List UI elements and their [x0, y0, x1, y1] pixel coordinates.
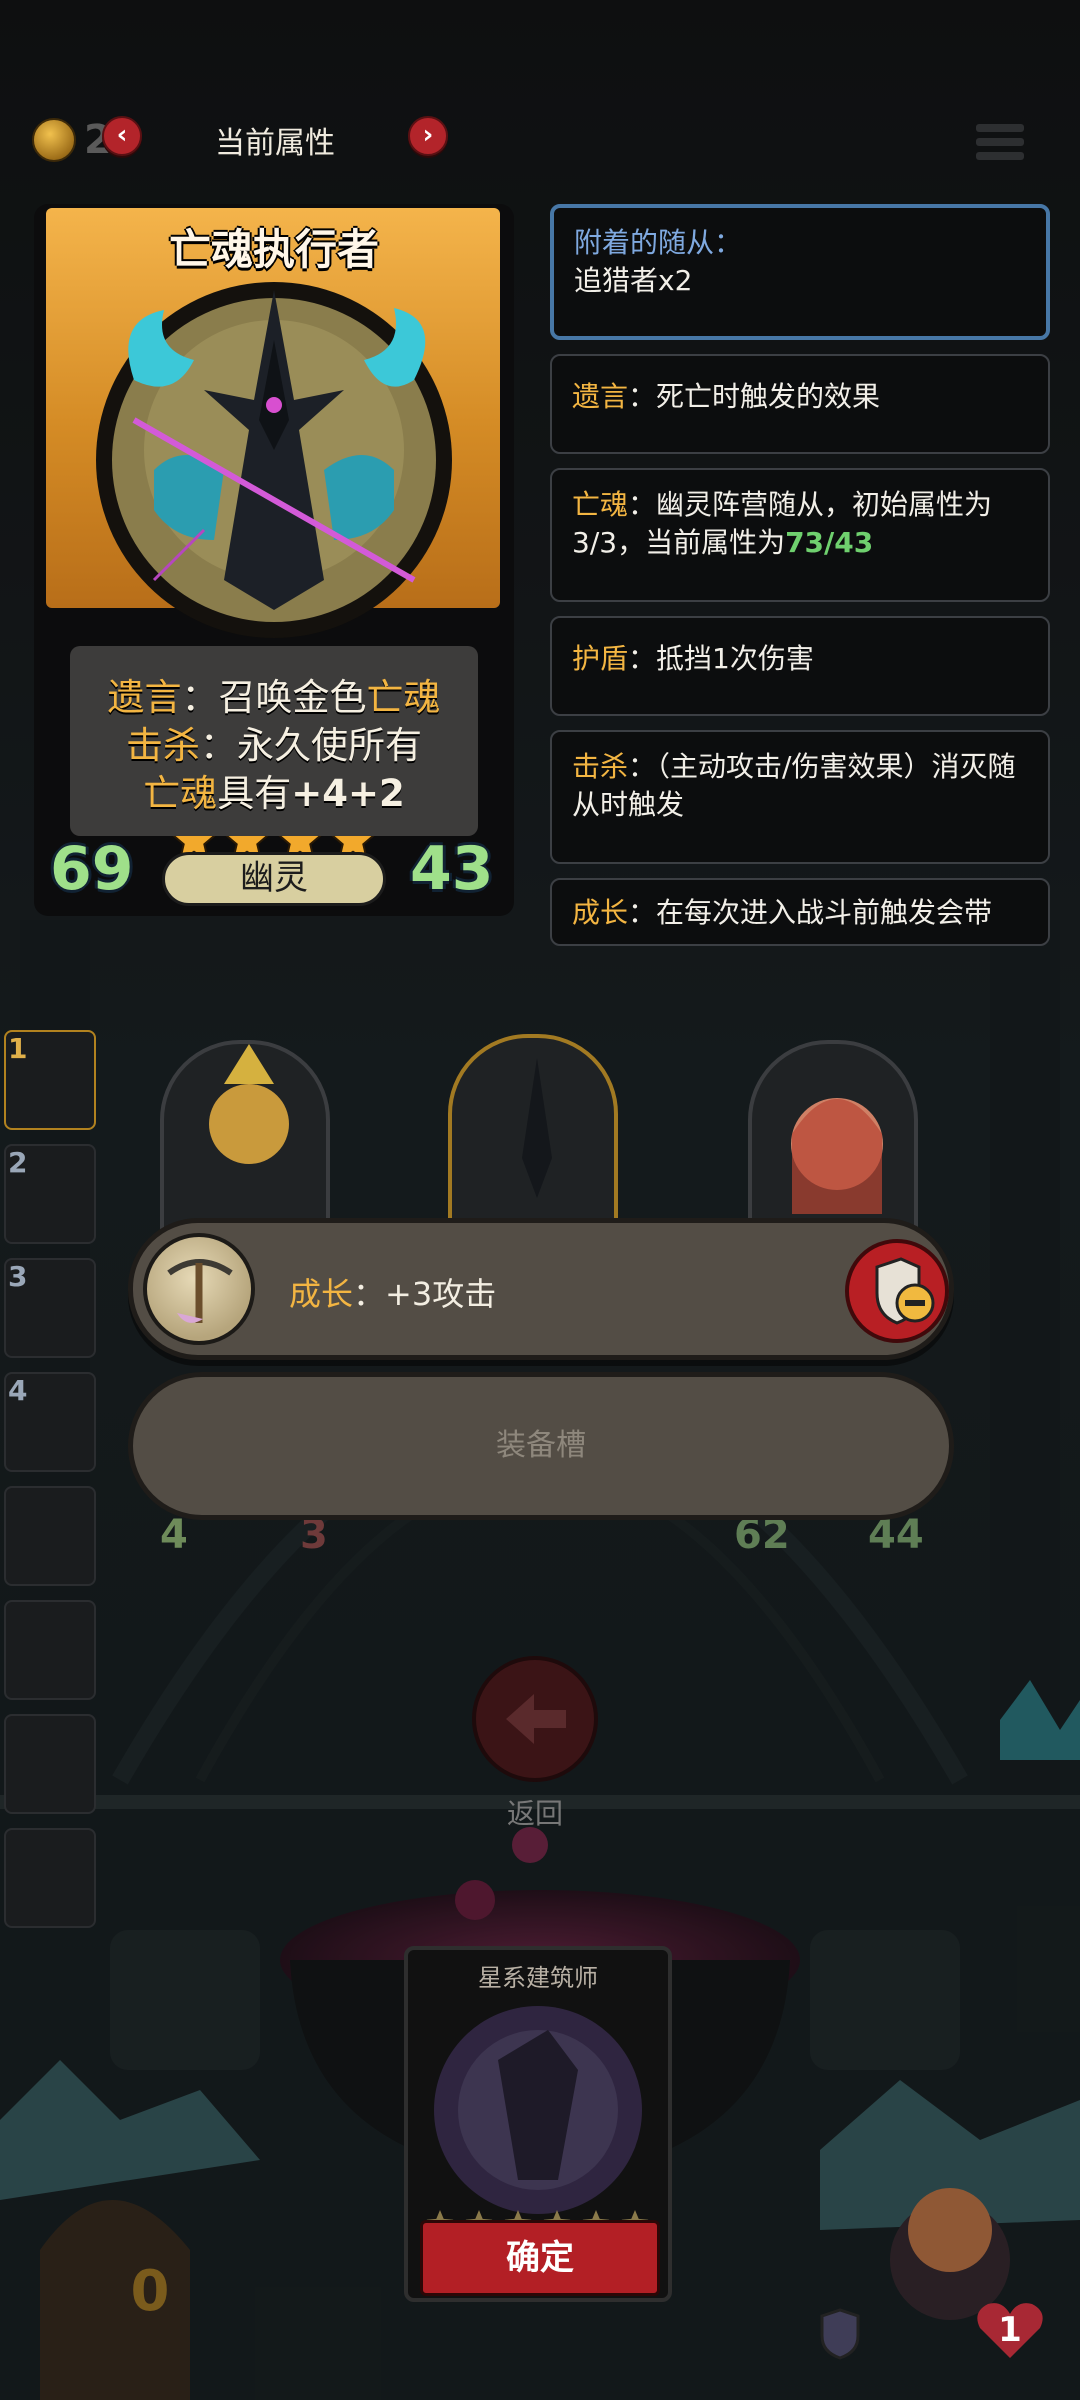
kw-growth: 成长: [289, 1275, 354, 1313]
tooltip-ghost: 亡魂：幽灵阵营随从，初始属性为 3/3，当前属性为73/43: [550, 468, 1050, 602]
coin-icon: [32, 118, 76, 162]
kw-deathrattle: 遗言: [572, 380, 629, 413]
team-slot-8[interactable]: [4, 1828, 96, 1928]
card-description: 遗言：召唤金色亡魂 击杀：永久使所有 亡魂具有+4+2: [70, 674, 478, 818]
equipment-effect: 成长：+3攻击: [289, 1269, 496, 1315]
tooltip-text: ：在每次进入战斗前触发会带: [628, 896, 993, 929]
team-slot-4[interactable]: 4: [4, 1372, 96, 1472]
confirm-button[interactable]: 确定: [420, 2220, 660, 2296]
next-page-button[interactable]: ›: [408, 116, 448, 156]
remove-equipment-button[interactable]: [845, 1239, 949, 1343]
equipment-row[interactable]: 成长：+3攻击: [128, 1218, 954, 1360]
prev-page-button[interactable]: ‹: [102, 116, 142, 156]
kw-growth: 成长: [572, 896, 629, 929]
lives-count: 1: [998, 2310, 1022, 2350]
health-stat: 43: [410, 834, 494, 904]
tooltip-shield: 护盾：抵挡1次伤害: [550, 616, 1050, 716]
shield-icon: [820, 2308, 860, 2360]
slot-number: 1: [8, 1032, 28, 1065]
kw-ghost: 亡魂: [366, 676, 441, 719]
tooltip-deathrattle: 遗言：死亡时触发的效果: [550, 354, 1050, 454]
current-stats: 73/43: [785, 526, 874, 559]
kw-kill: 击杀: [126, 724, 200, 767]
team-slot-1[interactable]: 1: [4, 1030, 96, 1130]
minion-left-attack: 4: [160, 1512, 188, 1558]
team-slot-7[interactable]: [4, 1714, 96, 1814]
desc-text: 具有: [217, 772, 292, 815]
kw-deathrattle: 遗言: [107, 676, 182, 719]
team-slot-6[interactable]: [4, 1600, 96, 1700]
desc-bonus: +4+2: [291, 772, 405, 815]
tooltip-text: 3/3，当前属性为: [572, 526, 786, 559]
top-bar: 2 ‹ 当前属性 ›: [0, 100, 1080, 180]
lives-heart: 1: [974, 2298, 1046, 2362]
team-slot-3[interactable]: 3: [4, 1258, 96, 1358]
desc-text: ：召唤金色: [181, 676, 367, 719]
tooltip-growth: 成长：在每次进入战斗前触发会带: [550, 878, 1050, 946]
arrow-left-icon: [506, 1694, 566, 1744]
minion-card: 亡魂执行者 遗言：召唤金色亡魂 击杀：永久使所有 亡魂具有+4+2 69 幽灵 …: [34, 204, 514, 916]
kw-shield: 护盾: [572, 642, 629, 675]
slot-number: 4: [8, 1374, 28, 1407]
tooltip-text: ：抵挡1次伤害: [628, 642, 814, 675]
card-name: 亡魂执行者: [168, 225, 379, 274]
tooltip-text: ：（主动攻击/伤害效果）消灭随从时触发: [572, 750, 1016, 821]
back-button[interactable]: [472, 1656, 598, 1782]
kw-ghost: 亡魂: [572, 488, 629, 521]
equipment-effect-text: ：+3攻击: [353, 1275, 497, 1313]
desc-text: ：永久使所有: [200, 724, 422, 767]
attached-label: 附着的随从：: [574, 226, 743, 259]
tooltip-attached-minion: 附着的随从： 追猎者x2: [550, 204, 1050, 340]
page-title: 当前属性: [215, 126, 335, 161]
tooltip-text: ：死亡时触发的效果: [628, 380, 881, 413]
empty-equipment-slot[interactable]: 装备槽: [128, 1372, 954, 1520]
kw-kill: 击杀: [572, 750, 629, 783]
slot-number: 2: [8, 1146, 28, 1179]
attack-stat: 69: [50, 834, 134, 904]
kw-ghost: 亡魂: [143, 772, 218, 815]
back-label: 返回: [506, 1797, 563, 1830]
gold-counter: 0: [130, 2259, 170, 2324]
card-portrait: [96, 282, 452, 638]
team-slot-2[interactable]: 2: [4, 1144, 96, 1244]
menu-icon[interactable]: [976, 124, 1024, 170]
team-slot-5[interactable]: [4, 1486, 96, 1586]
tribe-badge: 幽灵: [162, 852, 386, 906]
attached-value: 追猎者x2: [574, 264, 693, 297]
tooltip-text: ：幽灵阵营随从，初始属性为: [628, 488, 993, 521]
slot-number: 3: [8, 1260, 28, 1293]
pickaxe-icon: [143, 1233, 255, 1345]
tooltip-kill: 击杀：（主动攻击/伤害效果）消灭随从时触发: [550, 730, 1050, 864]
